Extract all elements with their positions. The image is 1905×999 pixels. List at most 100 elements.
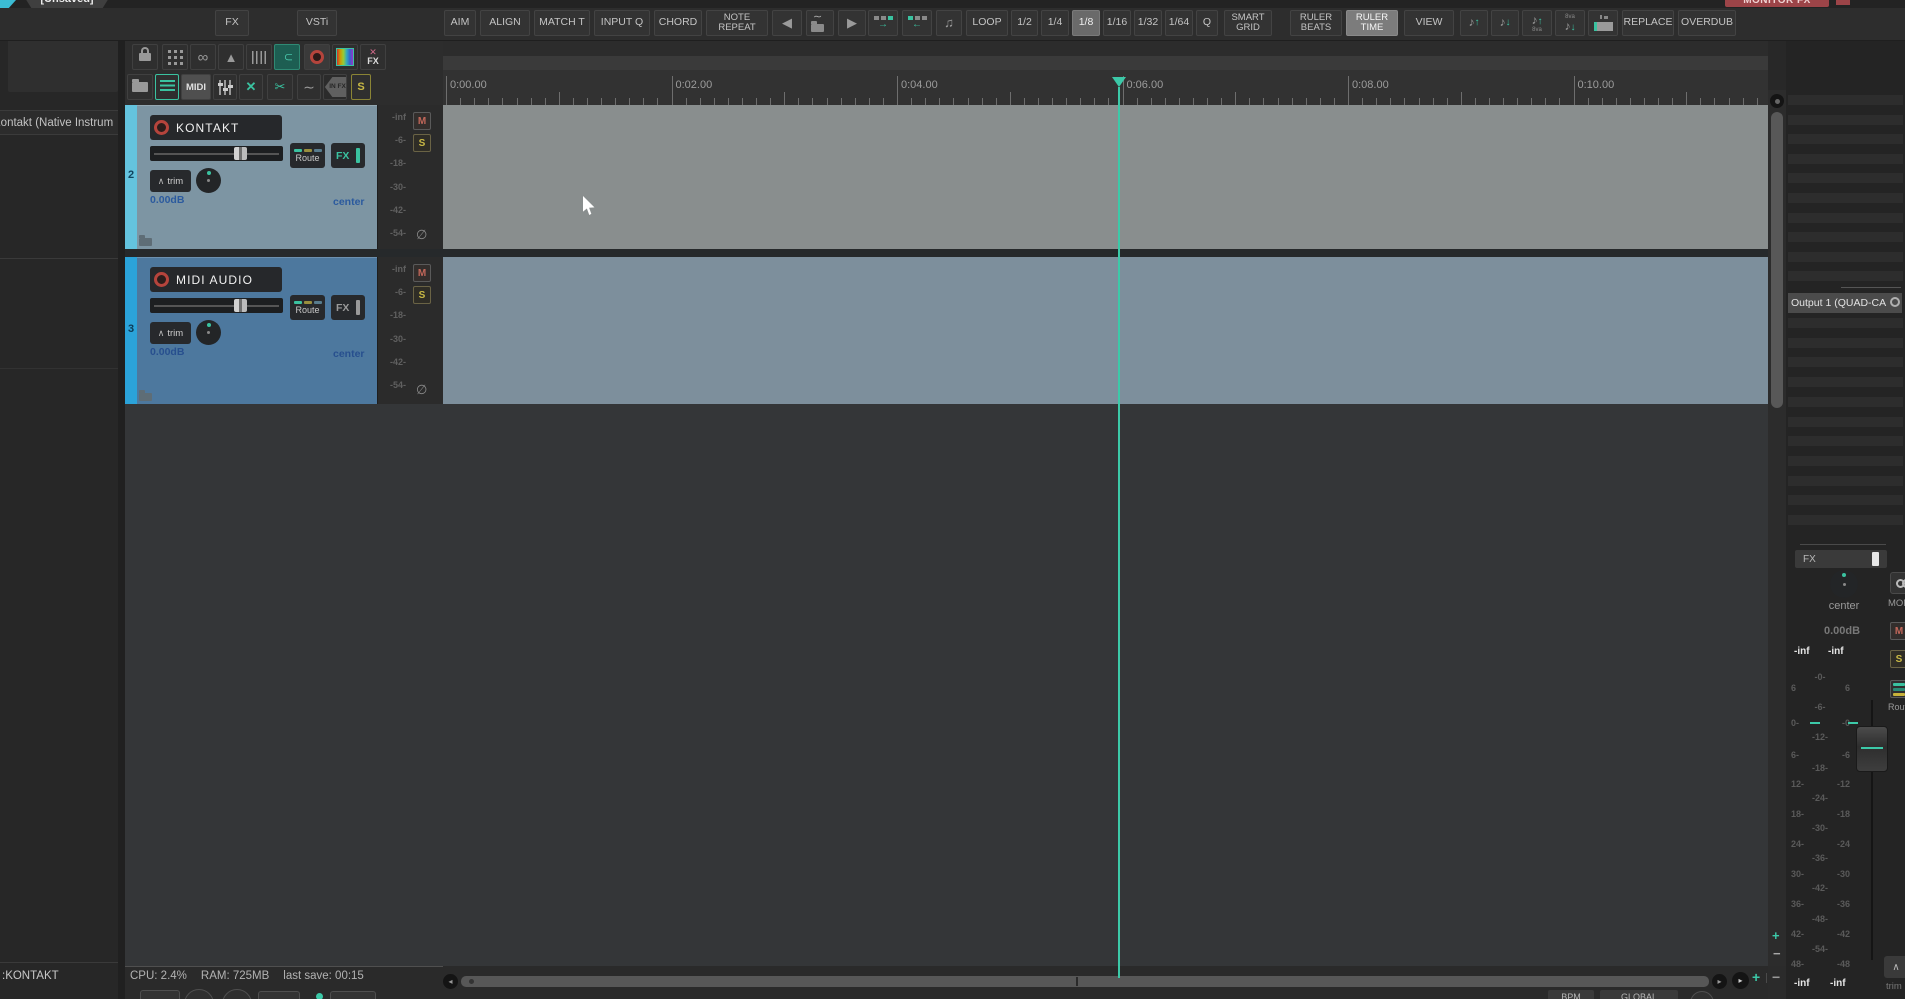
track-list-button[interactable]	[155, 74, 179, 100]
track-lane-kontakt[interactable]	[443, 105, 1768, 249]
ruler-beats-button[interactable]: RULER BEATS	[1290, 10, 1342, 36]
transport-button-partial[interactable]	[258, 991, 300, 999]
transport-button-partial[interactable]	[140, 990, 180, 999]
volume-value[interactable]: 0.00dB	[150, 194, 184, 206]
overdub-button[interactable]: OVERDUB	[1678, 10, 1736, 36]
track-grip-icon[interactable]	[139, 390, 152, 401]
note-duration-button[interactable]: ♫	[936, 10, 962, 36]
fx-toggle-button[interactable]: FX	[215, 10, 249, 36]
fx-enable-bar[interactable]	[356, 148, 360, 163]
view-button[interactable]: VIEW	[1404, 10, 1454, 36]
split-clip-button[interactable]: ✂	[267, 74, 293, 100]
phase-invert-icon[interactable]: ∅	[416, 227, 427, 243]
route-button[interactable]: Route	[290, 143, 325, 168]
vertical-scroll-thumb[interactable]	[1771, 112, 1783, 408]
next-marker-button[interactable]: ▶	[838, 10, 866, 36]
grid-division-1-4[interactable]: 1/4	[1041, 10, 1069, 36]
track-color-strip[interactable]: 3	[125, 257, 137, 404]
record-take-button[interactable]: ∼	[806, 10, 834, 36]
solo-all-button[interactable]: S	[351, 74, 371, 100]
previous-marker-button[interactable]: ◀	[772, 10, 802, 36]
master-trim-button[interactable]: ∧	[1884, 956, 1905, 978]
loop-bar[interactable]	[443, 56, 1768, 70]
volume-slider-handle[interactable]	[234, 299, 247, 312]
record-arm-button[interactable]	[154, 120, 169, 135]
transpose-up-button[interactable]: ♪ ↑	[1460, 10, 1488, 36]
h-zoom-out-button[interactable]: −	[1772, 969, 1780, 985]
pan-value[interactable]: center	[333, 348, 365, 360]
octave-up-button[interactable]: ♪↑ 8va	[1522, 10, 1552, 36]
mute-button[interactable]: M	[413, 264, 431, 282]
global-box-partial[interactable]: GLOBAL	[1600, 990, 1678, 999]
track-folder-button[interactable]	[127, 74, 153, 100]
arrange-empty-area[interactable]	[125, 404, 1768, 966]
smart-grid-button[interactable]: SMART GRID	[1224, 10, 1272, 36]
octave-down-button[interactable]: 8va ♪↓	[1555, 10, 1585, 36]
track-header-kontakt[interactable]: KONTAKT Route FX ∧ trim 0.00dB center	[137, 105, 377, 249]
pan-knob[interactable]	[196, 168, 221, 193]
loop-button[interactable]: LOOP	[966, 10, 1008, 36]
align-button[interactable]: ALIGN	[480, 10, 530, 36]
trim-button[interactable]: ∧ trim	[150, 322, 191, 344]
scroll-right-button[interactable]: ▸	[1712, 974, 1727, 989]
bpm-box-partial[interactable]: BPM	[1548, 990, 1594, 999]
phase-invert-icon[interactable]: ∅	[416, 382, 427, 398]
fx-button[interactable]: FX	[331, 143, 365, 168]
metronome-button[interactable]: ▲	[218, 44, 244, 70]
scroll-top-button[interactable]	[1770, 94, 1784, 108]
timeline-ruler[interactable]: 0:00.00 0:02.00 0:04.00 0:06.00 0:08.00 0:10.…	[443, 70, 1768, 105]
record-arm-button[interactable]	[154, 272, 169, 287]
volume-value[interactable]: 0.00dB	[150, 346, 184, 358]
mixer-button[interactable]	[213, 74, 237, 100]
grid-lines-button[interactable]	[246, 44, 272, 70]
fx-bypass-button[interactable]: ✕ FX	[360, 44, 386, 70]
lock-button[interactable]	[132, 44, 158, 70]
transpose-down-button[interactable]: ♪ ↓	[1491, 10, 1519, 36]
snap-button[interactable]: ∩	[274, 44, 300, 70]
crossfade-button[interactable]: ✕	[239, 74, 263, 100]
input-fx-button[interactable]: IN FX	[323, 74, 347, 100]
solo-button[interactable]: S	[413, 134, 431, 152]
solo-button[interactable]: S	[413, 286, 431, 304]
auto-scroll-button[interactable]: ▸	[1732, 972, 1749, 989]
project-tab[interactable]: [Unsaved]	[20, 0, 114, 8]
midi-view-button[interactable]: MIDI	[181, 74, 211, 100]
fx-button[interactable]: FX	[331, 295, 365, 320]
track-name-box[interactable]: KONTAKT	[150, 115, 282, 140]
grid-division-1-8[interactable]: 1/8	[1072, 10, 1100, 36]
track-header-midi-audio[interactable]: MIDI AUDIO Route FX ∧ trim 0.00dB center	[137, 257, 377, 404]
pan-value[interactable]: center	[333, 196, 365, 208]
zoom-out-button[interactable]: −	[1773, 946, 1781, 961]
grid-division-1-32[interactable]: 1/32	[1134, 10, 1162, 36]
grid-division-Q[interactable]: Q	[1196, 10, 1218, 36]
route-button[interactable]: Route	[290, 295, 325, 320]
chord-button[interactable]: CHORD	[654, 10, 702, 36]
mute-button[interactable]: M	[413, 112, 431, 130]
grid-division-1-16[interactable]: 1/16	[1103, 10, 1131, 36]
pan-knob[interactable]	[196, 320, 221, 345]
volume-slider[interactable]	[150, 146, 283, 161]
grid-button[interactable]	[162, 44, 188, 70]
link-button[interactable]: ∞	[190, 44, 216, 70]
automation-button[interactable]: ∼	[297, 74, 321, 100]
fx-enable-bar[interactable]	[356, 300, 360, 315]
ruler-time-button[interactable]: RULER TIME	[1346, 10, 1398, 36]
zoom-in-button[interactable]: +	[1772, 928, 1780, 943]
h-zoom-in-button[interactable]: +	[1752, 969, 1760, 985]
transport-button-partial[interactable]	[330, 991, 376, 999]
track-name-box[interactable]: MIDI AUDIO	[150, 267, 282, 292]
match-t-button[interactable]: MATCH T	[534, 10, 590, 36]
sidebar-item-kontakt[interactable]: Kontakt (Native Instrum	[0, 110, 118, 135]
volume-slider[interactable]	[150, 298, 283, 313]
nudge-left-button[interactable]: ←	[902, 10, 932, 36]
browser-preview-box[interactable]	[8, 38, 118, 92]
grid-division-1-64[interactable]: 1/64	[1165, 10, 1193, 36]
track-grip-icon[interactable]	[139, 235, 152, 246]
vertical-scrollbar[interactable]: + −	[1768, 90, 1786, 966]
color-button[interactable]	[332, 44, 358, 70]
comp-take-button[interactable]	[1588, 10, 1618, 36]
aim-button[interactable]: AIM	[444, 10, 476, 36]
trim-button[interactable]: ∧ trim	[150, 170, 191, 192]
note-repeat-button[interactable]: NOTE REPEAT	[706, 10, 768, 36]
playhead-marker[interactable]	[1112, 77, 1126, 87]
